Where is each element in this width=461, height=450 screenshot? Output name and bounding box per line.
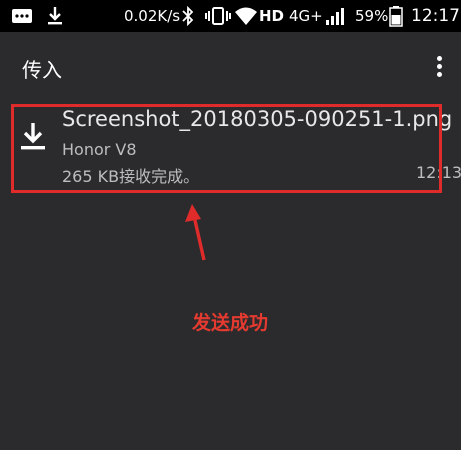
annotation-arrow <box>180 200 220 264</box>
battery-icon <box>389 0 403 32</box>
vibrate-icon <box>205 0 231 32</box>
wifi-icon <box>234 0 258 32</box>
message-icon <box>11 0 33 32</box>
status-bar: 0.02K/s HD 4G+ 59% 12:17 <box>0 0 461 32</box>
network-type: 4G+ <box>289 7 323 25</box>
page-title: 传入 <box>22 58 62 82</box>
battery-percent: 59% <box>355 7 389 25</box>
app-bar: 传入 <box>0 32 461 96</box>
annotation-label: 发送成功 <box>192 312 269 334</box>
signal-icon <box>325 0 345 32</box>
clock: 12:17 <box>411 6 460 26</box>
hd-label: HD <box>259 7 285 25</box>
network-speed: 0.02K/s <box>124 7 181 25</box>
download-icon <box>47 0 63 32</box>
highlight-box <box>11 104 442 193</box>
overflow-menu-icon[interactable] <box>431 56 447 80</box>
bluetooth-icon <box>182 0 194 32</box>
